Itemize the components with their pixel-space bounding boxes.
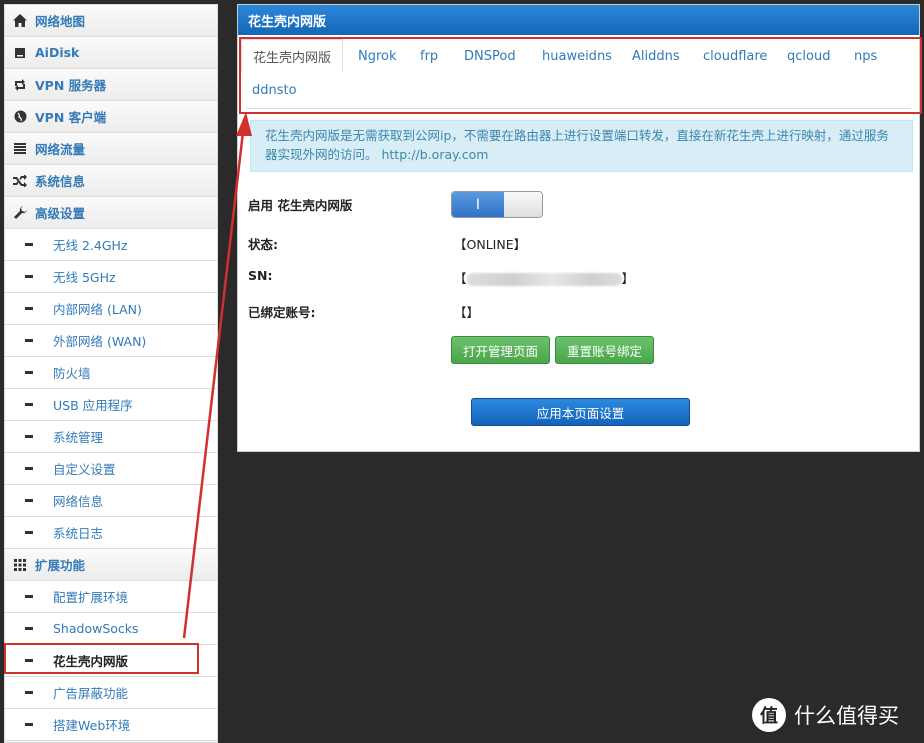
watermark-text: 什么值得买 [794,704,899,728]
watermark: 值 什么值得买 [752,698,899,732]
watermark-logo: 值 [752,698,786,732]
annotation-arrow [182,112,252,639]
